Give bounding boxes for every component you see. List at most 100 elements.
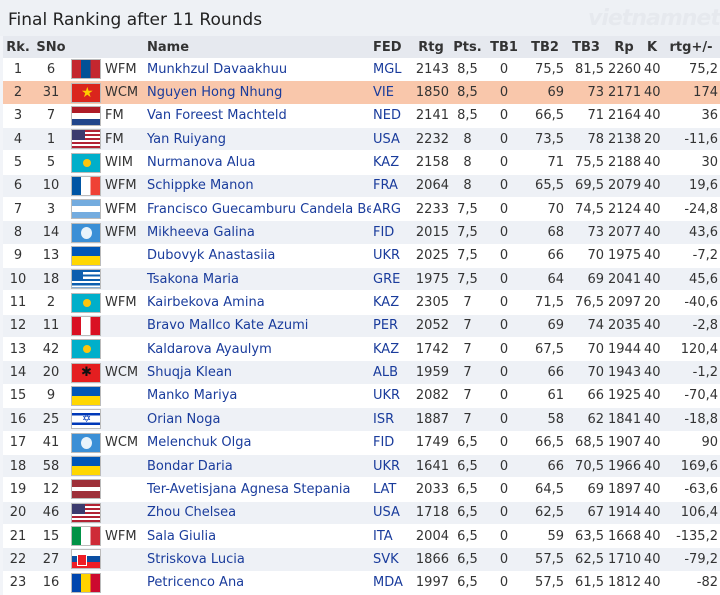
table-row[interactable]: 17 41 WCM Melenchuk Olga FID 1749 6,5 0 66,5 68,5… <box>3 431 720 455</box>
tb3-cell: 76,5 <box>566 290 606 315</box>
points-cell: 6,5 <box>451 454 484 479</box>
table-row[interactable]: 231 WCMNguyen Hong NhungVIE18508,50697321… <box>3 80 720 105</box>
rating-change-cell: -40,6 <box>662 290 720 315</box>
fed-cell[interactable]: ISR <box>371 407 411 432</box>
table-row[interactable]: 1625 Orian NogaISR1887705862184140-18,8 <box>3 407 720 432</box>
sno-cell: 3 <box>33 197 69 222</box>
table-row[interactable]: 3 7 FM Van Foreest Machteld NED 2141 8,5 0 66,5 7… <box>3 104 720 129</box>
fed-cell[interactable]: GRE <box>371 267 411 292</box>
tb1-cell: 0 <box>484 80 524 105</box>
fed-cell[interactable]: FRA <box>371 174 411 199</box>
name-cell[interactable]: Bondar Daria <box>145 454 371 479</box>
fed-cell[interactable]: USA <box>371 127 411 152</box>
fed-cell[interactable]: UKR <box>371 384 411 409</box>
fed-cell[interactable]: KAZ <box>371 290 411 315</box>
fed-cell[interactable]: PER <box>371 314 411 339</box>
fed-cell[interactable]: LAT <box>371 477 411 502</box>
flag-cell <box>69 58 103 82</box>
table-row[interactable]: 6 10 WFM Schippke Manon FRA 2064 8 0 65,5 69,5 207… <box>3 174 720 199</box>
fed-cell[interactable]: FID <box>371 431 411 455</box>
title-cell: WFM <box>103 197 145 222</box>
tb3-cell: 70,5 <box>566 454 606 479</box>
name-cell[interactable]: Orian Noga <box>145 407 371 432</box>
name-cell[interactable]: Manko Mariya <box>145 384 371 409</box>
name-cell[interactable]: Van Foreest Machteld <box>145 104 371 129</box>
fed-cell[interactable]: NED <box>371 104 411 129</box>
title-cell: WFM <box>103 220 145 245</box>
col-header-tb3[interactable]: TB3 <box>566 36 606 58</box>
rp-cell: 2097 <box>606 290 642 315</box>
table-row[interactable]: 21 15 WFM Sala Giulia ITA 2004 6,5 0 59 63,5 1668 4… <box>3 524 720 549</box>
fed-cell[interactable]: SVK <box>371 547 411 572</box>
col-header-tb1[interactable]: TB1 <box>484 36 524 58</box>
name-cell[interactable]: Sala Giulia <box>145 524 371 549</box>
fed-cell[interactable]: UKR <box>371 244 411 269</box>
k-cell: 40 <box>642 384 662 409</box>
table-row[interactable]: 1420WCMShuqja KleanALB1959706670194340-1… <box>3 360 720 385</box>
fed-cell[interactable]: FID <box>371 220 411 245</box>
fed-cell[interactable]: ALB <box>371 360 411 385</box>
table-row[interactable]: 10 18 Tsakona Maria GRE 1975 7,5 0 64 69 2041 40 45… <box>3 267 720 292</box>
table-row[interactable]: 1 6 WFM Munkhzul Davaakhuu MGL 2143 8,5 0 75,5 81… <box>3 58 720 82</box>
col-header-k[interactable]: K <box>642 36 662 58</box>
fed-cell[interactable]: KAZ <box>371 337 411 362</box>
table-row[interactable]: 11 2 WFM Kairbekova Amina KAZ 2305 7 0 71,5 76,5 2… <box>3 290 720 315</box>
name-cell[interactable]: Dubovyk Anastasiia <box>145 244 371 269</box>
col-header-name[interactable]: Name <box>145 36 371 58</box>
title-cell: WCM <box>103 431 145 455</box>
col-header-rtg[interactable]: Rtg <box>411 36 451 58</box>
sno-cell: 9 <box>33 384 69 409</box>
fed-cell[interactable]: ITA <box>371 524 411 549</box>
table-row[interactable]: 9 13 Dubovyk Anastasiia UKR 2025 7,5 0 66 70 1975… <box>3 244 720 269</box>
col-header-pts[interactable]: Pts. <box>451 36 484 58</box>
points-cell: 7,5 <box>451 267 484 292</box>
table-row[interactable]: 13 42 Kaldarova Ayaulym KAZ 1742 7 0 67,5 70 1944… <box>3 337 720 362</box>
name-cell[interactable]: Petricenco Ana <box>145 571 371 595</box>
name-cell[interactable]: Striskova Lucia <box>145 547 371 572</box>
name-cell[interactable]: Kairbekova Amina <box>145 290 371 315</box>
name-cell[interactable]: Nguyen Hong Nhung <box>145 80 371 105</box>
col-header-fed[interactable]: FED <box>371 36 411 58</box>
name-cell[interactable]: Francisco Guecamburu Candela Be <box>145 197 371 222</box>
table-row[interactable]: 4 1 FM Yan Ruiyang USA 2232 8 0 73,5 78 2138 20 -11,… <box>3 127 720 152</box>
col-header-rank[interactable]: Rk. <box>3 36 33 58</box>
table-row[interactable]: 23 16 Petricenco Ana MDA 1997 6,5 0 57,5 61,5 181… <box>3 571 720 595</box>
table-row[interactable]: 18 58 Bondar Daria UKR 1641 6,5 0 66 70,5 1966 40 1… <box>3 454 720 479</box>
col-header-sno[interactable]: SNo <box>33 36 69 58</box>
fed-cell[interactable]: UKR <box>371 454 411 479</box>
col-header-tb2[interactable]: TB2 <box>524 36 566 58</box>
table-row[interactable]: 15 9 Manko Mariya UKR 2082 7 0 61 66 1925 40 -70,4 <box>3 384 720 409</box>
name-cell[interactable]: Mikheeva Galina <box>145 220 371 245</box>
flag-cell <box>69 360 103 385</box>
name-cell[interactable]: Zhou Chelsea <box>145 501 371 525</box>
col-header-rtg-change[interactable]: rtg+/- <box>662 36 720 58</box>
fed-cell[interactable]: MDA <box>371 571 411 595</box>
table-row[interactable]: 7 3 WFM Francisco Guecamburu Candela Be ARG 2… <box>3 197 720 222</box>
fed-cell[interactable]: KAZ <box>371 150 411 175</box>
table-row[interactable]: 8 14 WFM Mikheeva Galina FID 2015 7,5 0 68 73 2077… <box>3 220 720 245</box>
name-cell[interactable]: Shuqja Klean <box>145 360 371 385</box>
table-row[interactable]: 19 12 Ter-Avetisjana Agnesa Stepania LAT 203… <box>3 477 720 502</box>
table-row[interactable]: 5 5 WIM Nurmanova Alua KAZ 2158 8 0 71 75,5 2188 40… <box>3 150 720 175</box>
title-cell <box>103 547 145 572</box>
table-row[interactable]: 22 27 Striskova Lucia SVK 1866 6,5 0 57,5 62,5 17… <box>3 547 720 572</box>
ranking-table: Rk. SNo Name FED Rtg Pts. TB1 TB2 TB3 Rp… <box>3 36 720 595</box>
fed-cell[interactable]: MGL <box>371 58 411 82</box>
name-cell[interactable]: Munkhzul Davaakhuu <box>145 58 371 82</box>
name-cell[interactable]: Kaldarova Ayaulym <box>145 337 371 362</box>
name-cell[interactable]: Ter-Avetisjana Agnesa Stepania <box>145 477 371 502</box>
name-cell[interactable]: Bravo Mallco Kate Azumi <box>145 314 371 339</box>
fed-cell[interactable]: VIE <box>371 80 411 105</box>
name-cell[interactable]: Nurmanova Alua <box>145 150 371 175</box>
flag-cell <box>69 384 103 409</box>
table-row[interactable]: 20 46 Zhou Chelsea USA 1718 6,5 0 62,5 67 1914 40 1… <box>3 501 720 525</box>
name-cell[interactable]: Schippke Manon <box>145 174 371 199</box>
fed-cell[interactable]: ARG <box>371 197 411 222</box>
rank-cell: 13 <box>3 337 33 362</box>
fed-cell[interactable]: USA <box>371 501 411 525</box>
name-cell[interactable]: Melenchuk Olga <box>145 431 371 455</box>
table-row[interactable]: 12 11 Bravo Mallco Kate Azumi PER 2052 7 0 69 74… <box>3 314 720 339</box>
name-cell[interactable]: Yan Ruiyang <box>145 127 371 152</box>
name-cell[interactable]: Tsakona Maria <box>145 267 371 292</box>
col-header-rp[interactable]: Rp <box>606 36 642 58</box>
